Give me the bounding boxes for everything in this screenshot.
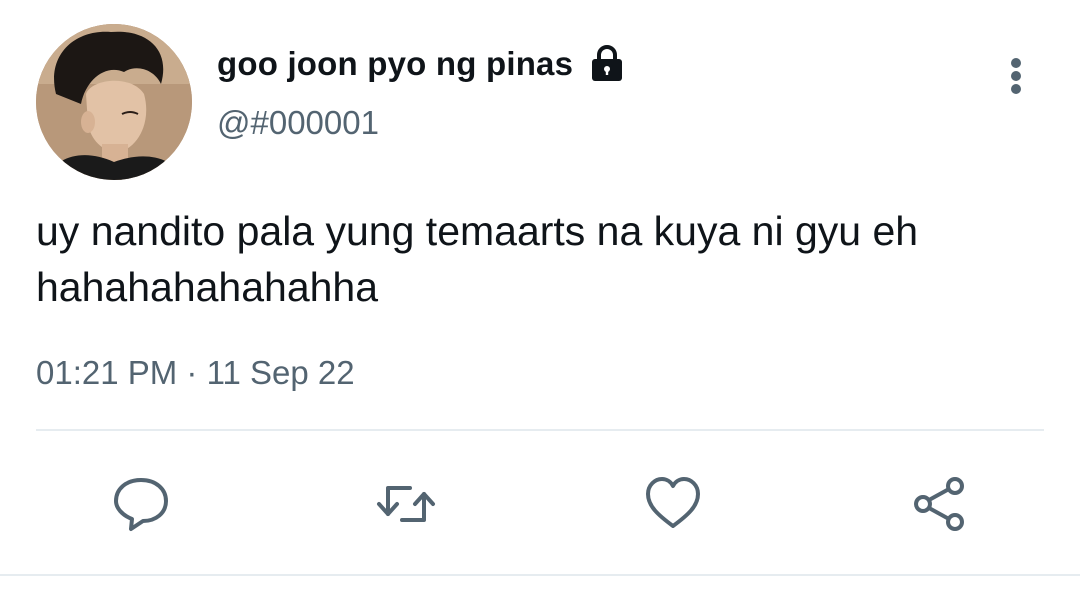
avatar[interactable]	[36, 24, 192, 180]
like-button[interactable]	[643, 474, 703, 534]
speech-bubble-icon	[114, 478, 168, 531]
retweet-button[interactable]	[376, 474, 436, 534]
lock-icon	[587, 44, 627, 84]
heart-icon	[646, 477, 700, 528]
more-options-button[interactable]	[996, 52, 1036, 100]
display-name-row: goo joon pyo ng pinas	[217, 42, 627, 86]
tweet-date: 11 Sep 22	[206, 354, 355, 391]
timestamp-separator: ·	[186, 354, 198, 391]
tweet-time: 01:21 PM	[36, 354, 178, 391]
tweet-text: uy nandito pala yung temaarts na kuya ni…	[36, 203, 1046, 315]
bottom-divider	[0, 574, 1080, 576]
dot-icon	[1011, 84, 1021, 94]
user-handle[interactable]: @#000001	[217, 104, 379, 142]
tweet-text-line-1: uy nandito pala yung temaarts na kuya ni…	[36, 208, 919, 254]
display-name[interactable]: goo joon pyo ng pinas	[217, 45, 573, 83]
tweet-text-line-2: hahahahahahahha	[36, 264, 379, 310]
dot-icon	[1011, 71, 1021, 81]
avatar-image	[36, 24, 192, 180]
reply-button[interactable]	[111, 474, 171, 534]
retweet-icon	[377, 486, 435, 522]
share-button[interactable]	[910, 474, 970, 534]
share-icon	[914, 477, 964, 531]
timestamp[interactable]: 01:21 PM · 11 Sep 22	[36, 354, 355, 392]
divider	[36, 429, 1044, 431]
dot-icon	[1011, 58, 1021, 68]
